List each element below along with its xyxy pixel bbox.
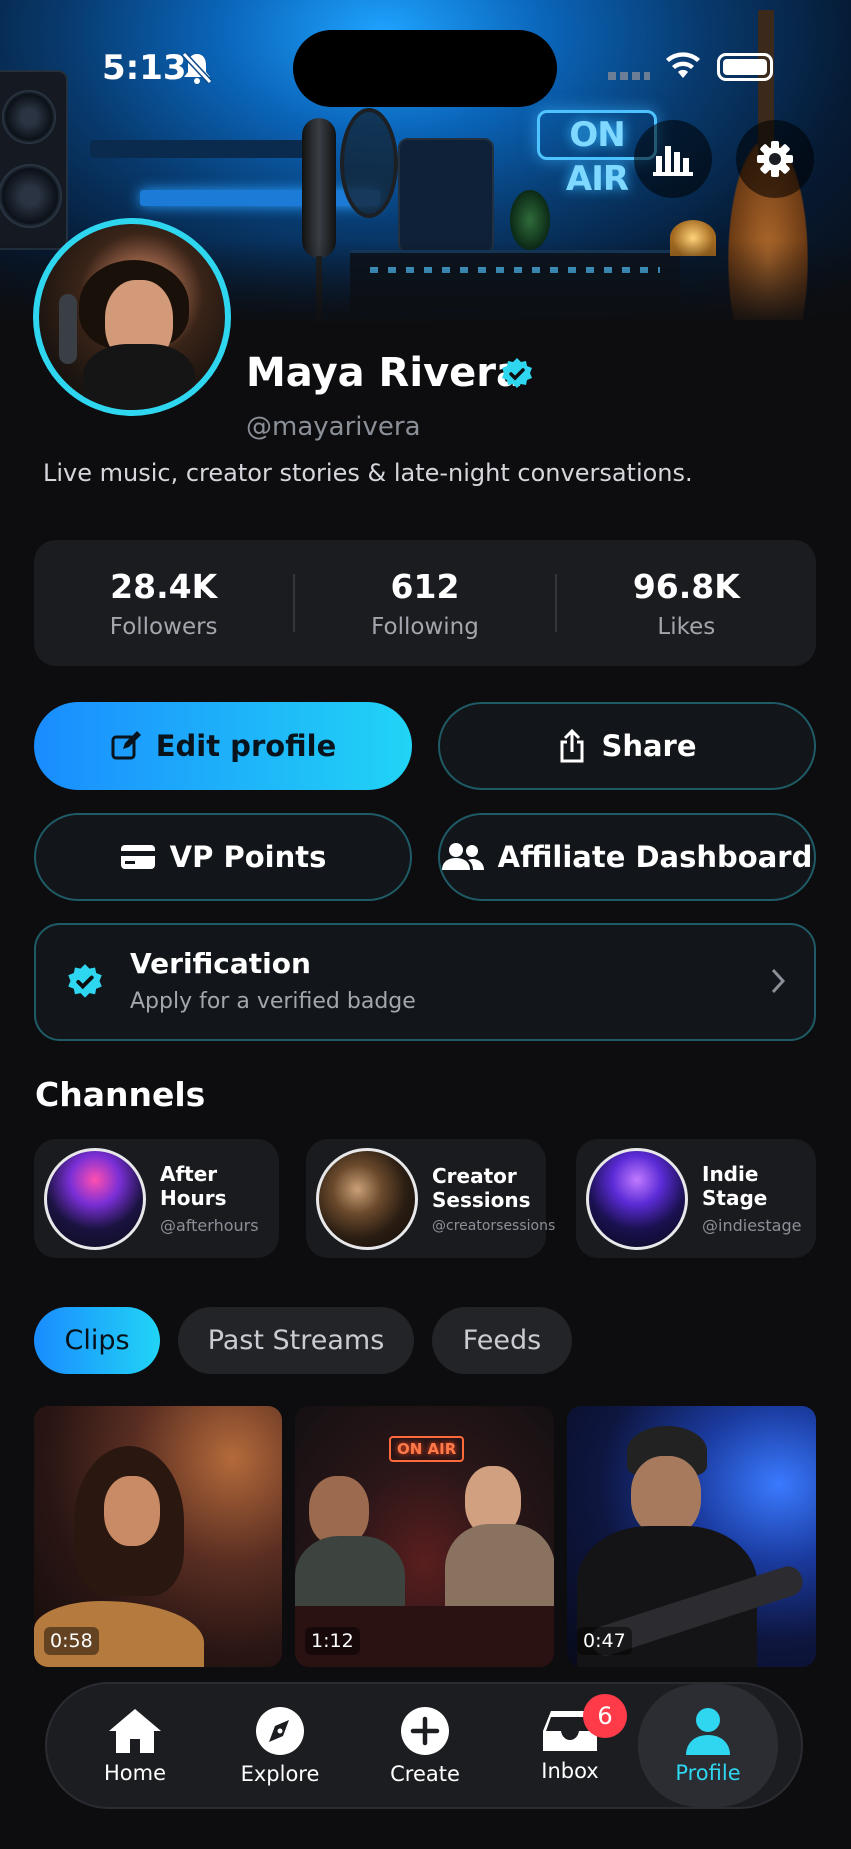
nav-explore[interactable]: Explore xyxy=(210,1684,350,1807)
verified-badge-icon xyxy=(66,963,104,1005)
clip-thumbnail[interactable]: ON AIR 1:12 xyxy=(295,1406,554,1667)
chevron-right-icon xyxy=(770,967,786,999)
gear-icon xyxy=(757,141,793,177)
clip-duration: 0:58 xyxy=(44,1627,99,1655)
settings-button[interactable] xyxy=(736,120,814,198)
stat-value: 612 xyxy=(390,566,460,606)
analytics-button[interactable] xyxy=(634,120,712,198)
affiliate-dashboard-label: Affiliate Dashboard xyxy=(497,840,813,874)
clip-thumbnail[interactable]: 0:58 xyxy=(34,1406,282,1667)
user-icon xyxy=(686,1707,730,1755)
stat-label: Following xyxy=(371,613,479,640)
stat-followers[interactable]: 28.4K Followers xyxy=(34,567,293,640)
speaker-left xyxy=(0,70,68,250)
channel-handle: @indiestage xyxy=(702,1216,802,1235)
tab-clips[interactable]: Clips xyxy=(34,1307,160,1374)
on-air-sign: ON AIR xyxy=(389,1436,465,1462)
cellular-signal-icon xyxy=(608,72,650,80)
nav-create[interactable]: Create xyxy=(355,1684,495,1807)
tab-past-streams[interactable]: Past Streams xyxy=(178,1307,414,1374)
channel-avatar xyxy=(44,1147,146,1250)
pop-filter xyxy=(340,108,398,218)
edit-icon xyxy=(111,731,141,760)
profile-avatar[interactable] xyxy=(33,218,231,416)
clip-thumbnail[interactable]: 0:47 xyxy=(567,1406,816,1667)
bar-chart-icon xyxy=(653,146,693,176)
stat-label: Followers xyxy=(109,613,218,640)
stat-label: Likes xyxy=(657,613,716,640)
vp-points-button[interactable]: VP Points xyxy=(34,813,412,901)
channel-creator-sessions[interactable]: Creator Sessions @creatorsessions xyxy=(306,1139,555,1258)
edit-profile-label: Edit profile xyxy=(155,729,337,763)
channel-avatar xyxy=(586,1147,688,1250)
home-icon xyxy=(109,1708,161,1753)
nav-label: Explore xyxy=(240,1761,320,1786)
verification-card[interactable]: Verification Apply for a verified badge xyxy=(34,923,816,1041)
channel-indie-stage[interactable]: Indie Stage @indiestage xyxy=(576,1139,816,1258)
nav-inbox[interactable]: Inbox 6 xyxy=(500,1684,640,1807)
channel-title: After Hours xyxy=(160,1162,227,1210)
channel-after-hours[interactable]: After Hours @afterhours xyxy=(34,1139,279,1258)
profile-name: Maya Rivera xyxy=(246,350,523,396)
verified-badge-icon xyxy=(500,357,534,395)
channel-handle: @creatorsessions xyxy=(432,1217,556,1234)
share-button[interactable]: Share xyxy=(438,702,816,790)
inbox-badge: 6 xyxy=(583,1694,627,1738)
bell-muted-icon xyxy=(180,50,214,90)
stat-likes[interactable]: 96.8K Likes xyxy=(557,567,816,640)
clip-duration: 1:12 xyxy=(305,1627,360,1655)
verification-title: Verification xyxy=(130,947,311,980)
edit-profile-button[interactable]: Edit profile xyxy=(34,702,412,790)
channel-title: Indie Stage xyxy=(702,1162,768,1210)
channels-heading: Channels xyxy=(35,1075,206,1114)
status-time: 5:13 xyxy=(102,48,187,88)
dynamic-island xyxy=(293,30,557,107)
profile-handle: @mayarivera xyxy=(246,412,421,442)
share-icon xyxy=(560,728,584,763)
stat-value: 96.8K xyxy=(632,566,740,606)
microphone-icon xyxy=(302,118,336,258)
users-icon xyxy=(441,843,484,870)
channel-title: Creator Sessions xyxy=(432,1163,531,1212)
battery-icon xyxy=(717,53,773,81)
stat-value: 28.4K xyxy=(110,566,218,606)
share-label: Share xyxy=(601,729,697,763)
stat-following[interactable]: 612 Following xyxy=(295,567,554,640)
plus-circle-icon xyxy=(401,1706,449,1755)
nav-label: Profile xyxy=(675,1760,741,1785)
monitor-speaker xyxy=(398,138,494,254)
nav-profile[interactable]: Profile xyxy=(638,1684,778,1807)
profile-bio: Live music, creator stories & late-night… xyxy=(43,459,693,487)
stats-panel: 28.4K Followers 612 Following 96.8K Likes xyxy=(34,540,816,666)
clip-duration: 0:47 xyxy=(577,1627,632,1655)
nav-label: Create xyxy=(390,1761,460,1786)
vp-points-label: VP Points xyxy=(169,840,327,874)
nav-home[interactable]: Home xyxy=(65,1684,205,1807)
verification-subtitle: Apply for a verified badge xyxy=(130,989,416,1014)
nav-label: Inbox xyxy=(541,1758,599,1783)
channel-avatar xyxy=(316,1147,418,1250)
affiliate-dashboard-button[interactable]: Affiliate Dashboard xyxy=(438,813,816,901)
tab-feeds[interactable]: Feeds xyxy=(432,1307,572,1374)
channel-handle: @afterhours xyxy=(160,1216,259,1235)
nav-label: Home xyxy=(103,1760,166,1785)
wallet-icon xyxy=(120,845,155,869)
compass-icon xyxy=(256,1706,304,1755)
wifi-icon xyxy=(664,50,702,84)
bottom-nav: Home Explore Create Inbox 6 Profile xyxy=(45,1682,803,1809)
